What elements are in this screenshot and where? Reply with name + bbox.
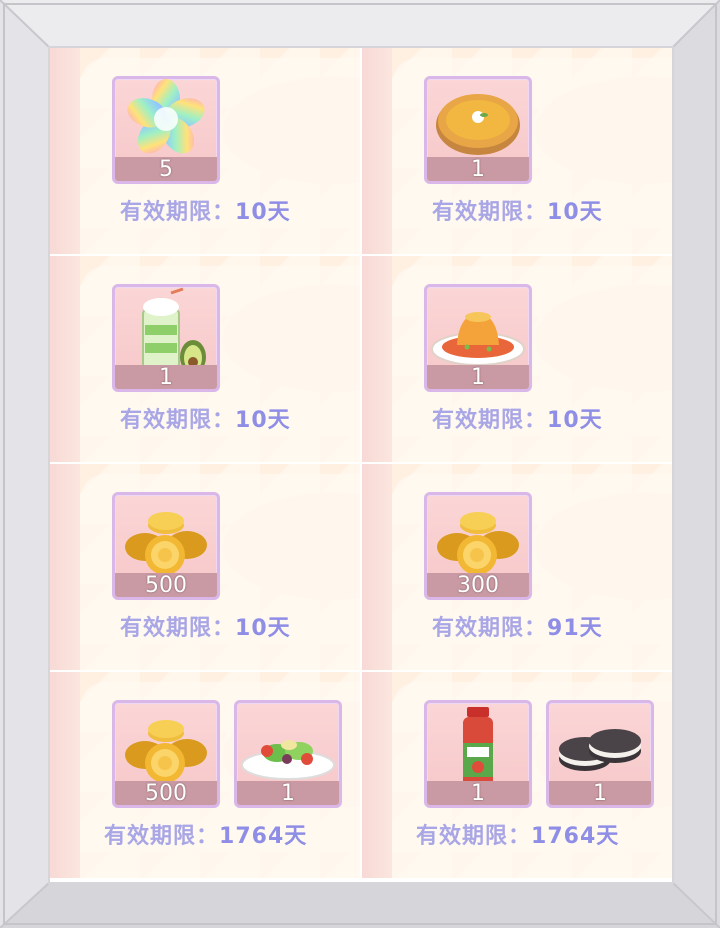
reward-items: 1: [424, 284, 532, 392]
reward-items: 1 1: [424, 700, 654, 808]
expiry-days: 10天: [235, 200, 291, 225]
cell-side-strip: [50, 256, 80, 462]
expiry-text: 有效期限：10天: [120, 194, 291, 226]
expiry-days: 10天: [547, 200, 603, 225]
reward-cell[interactable]: 1 1 有效期限：1764天: [362, 672, 672, 878]
expiry-text: 有效期限：1764天: [416, 818, 619, 850]
expiry-text: 有效期限：10天: [120, 610, 291, 642]
reward-cell[interactable]: 500 有效期限：10天: [50, 464, 360, 670]
reward-item-slot[interactable]: 1: [424, 76, 532, 184]
cell-side-strip: [362, 464, 392, 670]
item-quantity: 500: [145, 781, 187, 806]
item-quantity: 1: [593, 781, 607, 806]
reward-item-slot[interactable]: 1: [424, 284, 532, 392]
expiry-days: 10天: [235, 616, 291, 641]
item-quantity: 300: [457, 573, 499, 598]
expiry-label: 有效期限：: [104, 824, 220, 849]
reward-items: 5: [112, 76, 220, 184]
reward-item-slot[interactable]: 1: [424, 700, 532, 808]
expiry-text: 有效期限：91天: [432, 610, 603, 642]
reward-cell[interactable]: 1 有效期限：10天: [362, 256, 672, 462]
expiry-text: 有效期限：10天: [432, 194, 603, 226]
expiry-label: 有效期限：: [416, 824, 532, 849]
expiry-days: 1764天: [531, 824, 620, 849]
item-quantity: 1: [159, 365, 173, 390]
expiry-text: 有效期限：10天: [120, 402, 291, 434]
reward-items: 1: [424, 76, 532, 184]
expiry-text: 有效期限：1764天: [104, 818, 307, 850]
cell-side-strip: [50, 672, 80, 878]
reward-item-slot[interactable]: 5: [112, 76, 220, 184]
reward-cell[interactable]: 1 有效期限：10天: [362, 48, 672, 254]
reward-cell[interactable]: 1 有效期限：10天: [50, 256, 360, 462]
expiry-label: 有效期限：: [120, 200, 236, 225]
expiry-label: 有效期限：: [120, 408, 236, 433]
expiry-days: 91天: [547, 616, 603, 641]
reward-item-slot[interactable]: 1: [234, 700, 342, 808]
popup-frame: 5 有效期限：10天 1 有效期限：10天 1 有效期限：10天 1 有效期限：…: [0, 0, 720, 928]
item-quantity: 500: [145, 573, 187, 598]
item-quantity: 5: [159, 157, 173, 182]
expiry-days: 10天: [235, 408, 291, 433]
reward-items: 500 1: [112, 700, 342, 808]
reward-cell[interactable]: 300 有效期限：91天: [362, 464, 672, 670]
reward-items: 1: [112, 284, 220, 392]
expiry-label: 有效期限：: [432, 616, 548, 641]
expiry-days: 1764天: [219, 824, 308, 849]
reward-item-slot[interactable]: 500: [112, 700, 220, 808]
item-quantity: 1: [471, 781, 485, 806]
reward-item-slot[interactable]: 1: [546, 700, 654, 808]
reward-cell[interactable]: 5 有效期限：10天: [50, 48, 360, 254]
expiry-label: 有效期限：: [120, 616, 236, 641]
reward-items: 300: [424, 492, 532, 600]
expiry-label: 有效期限：: [432, 408, 548, 433]
item-quantity: 1: [471, 365, 485, 390]
cell-side-strip: [50, 464, 80, 670]
expiry-days: 10天: [547, 408, 603, 433]
item-quantity: 1: [471, 157, 485, 182]
reward-grid: 5 有效期限：10天 1 有效期限：10天 1 有效期限：10天 1 有效期限：…: [50, 48, 672, 882]
cell-side-strip: [362, 256, 392, 462]
reward-cell[interactable]: 500 1 有效期限：1764天: [50, 672, 360, 878]
item-quantity: 1: [281, 781, 295, 806]
reward-panel: 5 有效期限：10天 1 有效期限：10天 1 有效期限：10天 1 有效期限：…: [50, 48, 672, 882]
reward-item-slot[interactable]: 1: [112, 284, 220, 392]
cell-side-strip: [362, 48, 392, 254]
reward-item-slot[interactable]: 500: [112, 492, 220, 600]
expiry-text: 有效期限：10天: [432, 402, 603, 434]
expiry-label: 有效期限：: [432, 200, 548, 225]
cell-side-strip: [50, 48, 80, 254]
reward-items: 500: [112, 492, 220, 600]
reward-item-slot[interactable]: 300: [424, 492, 532, 600]
cell-side-strip: [362, 672, 392, 878]
